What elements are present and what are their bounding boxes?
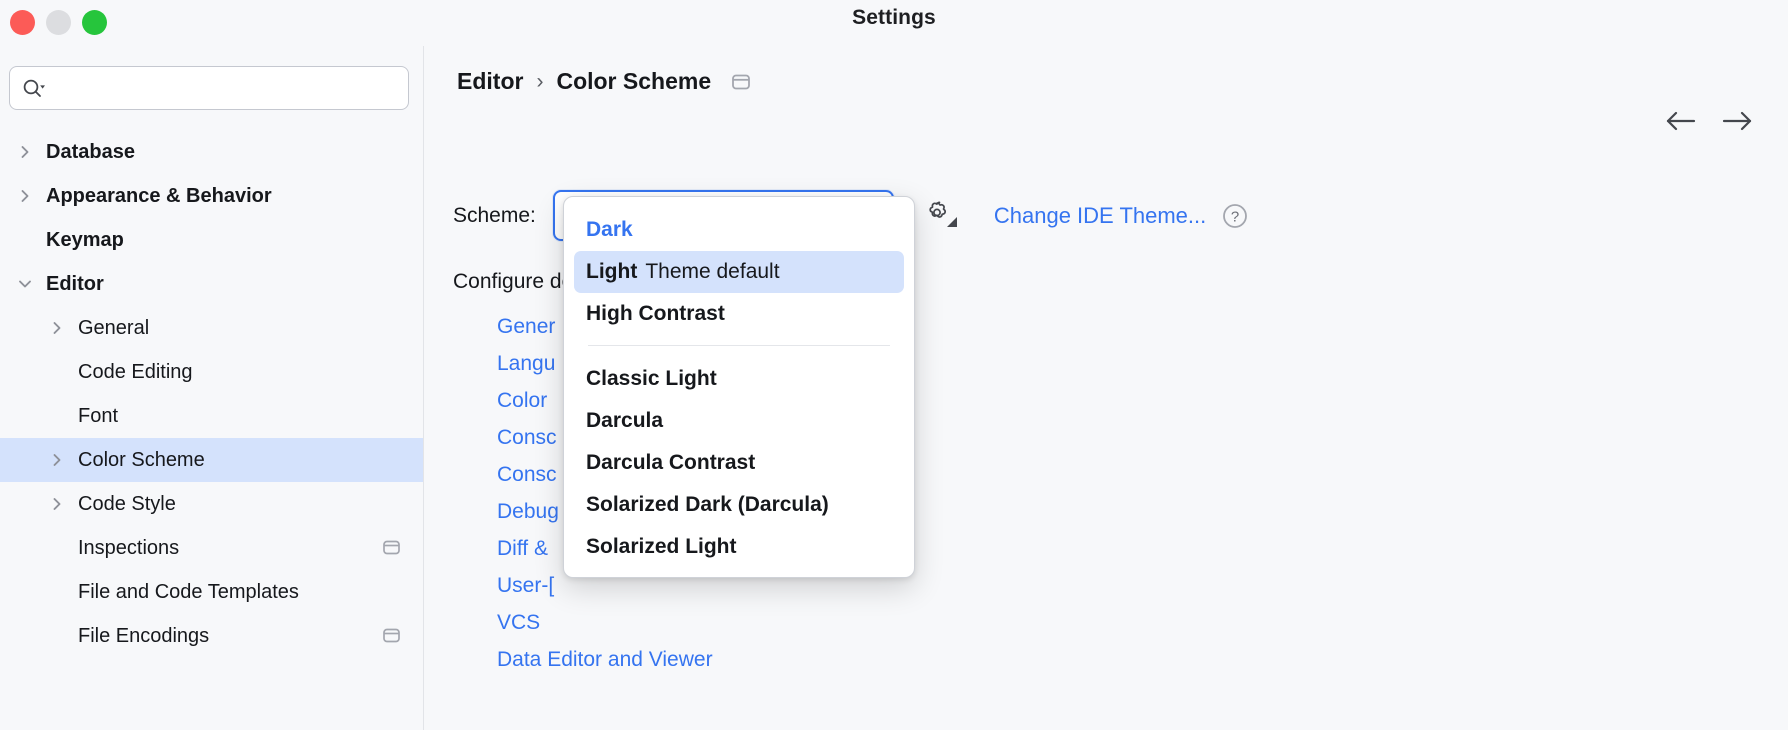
sidebar-item-file-and-code-templates[interactable]: File and Code Templates bbox=[0, 570, 423, 614]
menu-item-label: High Contrast bbox=[586, 302, 725, 325]
menu-item-label: Solarized Dark (Darcula) bbox=[586, 493, 829, 516]
menu-separator bbox=[588, 345, 890, 346]
sidebar-item-label: File Encodings bbox=[78, 625, 210, 647]
arrow-right-icon[interactable] bbox=[1720, 108, 1754, 134]
sidebar-item-font[interactable]: Font bbox=[0, 394, 423, 438]
breadcrumb-parent[interactable]: Editor bbox=[457, 68, 523, 95]
title-bar: Settings bbox=[0, 0, 1788, 46]
sidebar-item-label: General bbox=[78, 317, 150, 339]
chevron-right-icon[interactable] bbox=[46, 449, 68, 471]
breadcrumb: Editor › Color Scheme bbox=[457, 68, 752, 95]
menu-item-label: Light bbox=[586, 260, 638, 283]
menu-item-sublabel: Theme default bbox=[645, 260, 780, 283]
sidebar-item-code-editing[interactable]: Code Editing bbox=[0, 350, 423, 394]
chevron-right-icon[interactable] bbox=[14, 141, 36, 163]
menu-item-high-contrast[interactable]: High Contrast bbox=[574, 293, 904, 335]
svg-text:?: ? bbox=[1231, 208, 1239, 225]
arrow-left-icon[interactable] bbox=[1664, 108, 1698, 134]
menu-item-solarized-light[interactable]: Solarized Light bbox=[574, 526, 904, 568]
scheme-link[interactable]: Data Editor and Viewer bbox=[497, 641, 713, 678]
menu-item-label: Solarized Light bbox=[586, 535, 737, 558]
sidebar-item-label: File and Code Templates bbox=[78, 581, 299, 603]
sidebar-item-label: Database bbox=[46, 141, 135, 163]
menu-item-classic-light[interactable]: Classic Light bbox=[574, 358, 904, 400]
menu-item-label: Dark bbox=[586, 218, 633, 241]
scheme-settings-button[interactable] bbox=[920, 199, 957, 233]
sidebar-item-label: Appearance & Behavior bbox=[46, 185, 272, 207]
settings-tree: Database Appearance & Behavior Keymap Edito… bbox=[0, 130, 423, 658]
panel-icon[interactable] bbox=[730, 72, 752, 92]
sidebar-item-label: Font bbox=[78, 405, 119, 427]
settings-sidebar: Database Appearance & Behavior Keymap Edito… bbox=[0, 46, 424, 730]
sidebar-item-label: Keymap bbox=[46, 229, 124, 251]
breadcrumb-current: Color Scheme bbox=[556, 68, 712, 94]
menu-item-label: Darcula bbox=[586, 409, 664, 432]
search-input[interactable] bbox=[52, 78, 382, 98]
chevron-down-icon[interactable] bbox=[14, 273, 36, 295]
breadcrumb-separator: › bbox=[536, 69, 544, 93]
chevron-right-icon[interactable] bbox=[46, 317, 68, 339]
menu-item-label: Darcula Contrast bbox=[586, 451, 756, 474]
scheme-link[interactable]: VCS bbox=[497, 604, 713, 641]
scheme-dropdown-menu: Dark Light Theme default High Contrast Class… bbox=[563, 196, 915, 578]
sidebar-item-code-style[interactable]: Code Style bbox=[0, 482, 423, 526]
sidebar-item-label: Inspections bbox=[78, 537, 180, 559]
menu-item-light[interactable]: Light Theme default bbox=[574, 251, 904, 293]
dropdown-triangle-icon bbox=[946, 214, 957, 232]
sidebar-item-keymap[interactable]: Keymap bbox=[0, 218, 423, 262]
menu-item-darcula-contrast[interactable]: Darcula Contrast bbox=[574, 442, 904, 484]
sidebar-item-database[interactable]: Database bbox=[0, 130, 423, 174]
help-circle-icon[interactable]: ? bbox=[1220, 201, 1250, 231]
sidebar-item-label: Code Editing bbox=[78, 361, 193, 383]
sidebar-item-appearance-behavior[interactable]: Appearance & Behavior bbox=[0, 174, 423, 218]
menu-item-label: Classic Light bbox=[586, 367, 717, 390]
scheme-label: Scheme: bbox=[453, 203, 536, 227]
menu-item-darcula[interactable]: Darcula bbox=[574, 400, 904, 442]
sidebar-item-label: Color Scheme bbox=[78, 449, 205, 471]
sidebar-item-file-encodings[interactable]: File Encodings bbox=[0, 614, 423, 658]
chevron-right-icon[interactable] bbox=[14, 185, 36, 207]
settings-window: Settings Database Appearance & Behavior Ke… bbox=[0, 0, 1788, 730]
search-icon bbox=[22, 78, 46, 98]
chevron-right-icon[interactable] bbox=[46, 493, 68, 515]
navigation-arrows bbox=[1664, 108, 1754, 134]
search-field-wrapper bbox=[9, 66, 409, 110]
sidebar-item-label: Code Style bbox=[78, 493, 176, 515]
sidebar-item-editor[interactable]: Editor bbox=[0, 262, 423, 306]
panel-icon[interactable] bbox=[382, 627, 402, 651]
menu-item-dark[interactable]: Dark bbox=[574, 209, 904, 251]
window-title: Settings bbox=[852, 6, 936, 29]
search-box[interactable] bbox=[9, 66, 409, 110]
sidebar-item-inspections[interactable]: Inspections bbox=[0, 526, 423, 570]
menu-item-solarized-dark-darcula[interactable]: Solarized Dark (Darcula) bbox=[574, 484, 904, 526]
sidebar-item-label: Editor bbox=[46, 273, 104, 295]
sidebar-item-color-scheme[interactable]: Color Scheme bbox=[0, 438, 423, 482]
panel-icon[interactable] bbox=[382, 539, 402, 563]
sidebar-item-general[interactable]: General bbox=[0, 306, 423, 350]
change-ide-theme-link[interactable]: Change IDE Theme... bbox=[994, 203, 1206, 229]
